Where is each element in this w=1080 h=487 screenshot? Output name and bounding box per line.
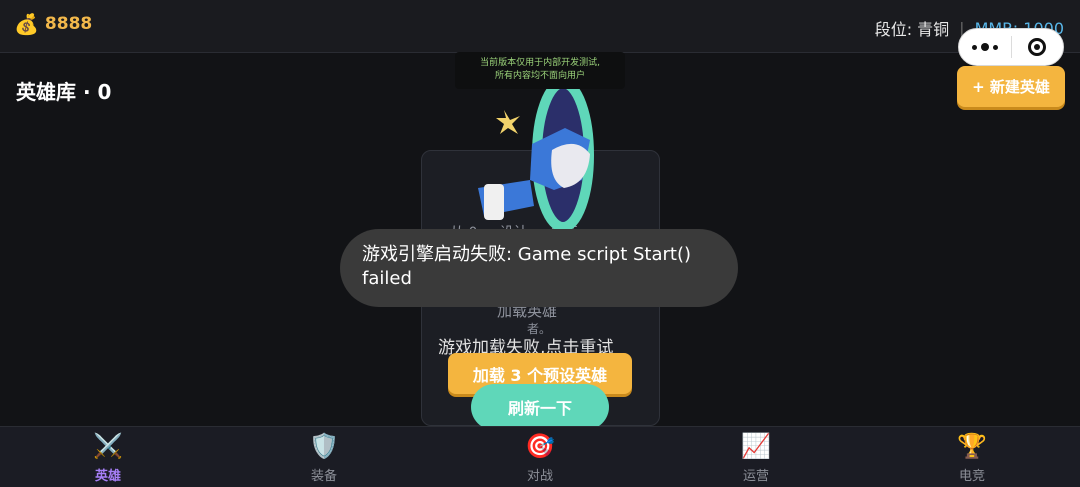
cuff-shape bbox=[484, 184, 504, 220]
top-bar: 💰 8888 段位: 青铜 | MMR: 1000 bbox=[0, 0, 1080, 53]
refresh-button[interactable]: 刷新一下 bbox=[471, 384, 609, 430]
target-icon: 🎯 bbox=[525, 432, 555, 460]
tab-esports[interactable]: 🏆 电竞 bbox=[864, 427, 1080, 487]
coin-balance: 💰 8888 bbox=[14, 14, 92, 34]
close-button[interactable] bbox=[1011, 29, 1063, 65]
tab-battle[interactable]: 🎯 对战 bbox=[432, 427, 648, 487]
tab-label: 装备 bbox=[310, 469, 337, 484]
tab-label: 电竞 bbox=[958, 469, 985, 484]
shield-icon: 🛡️ bbox=[309, 432, 339, 460]
tab-heroes[interactable]: ⚔️ 英雄 bbox=[0, 427, 216, 487]
error-toast: 游戏引擎启动失败: Game script Start() failed bbox=[340, 229, 738, 307]
hero-illustration bbox=[478, 80, 594, 232]
internal-notice: 当前版本仅用于内部开发测试, 所有内容均不面向用户 bbox=[455, 52, 625, 89]
page-title: 英雄库 · 0 bbox=[16, 80, 112, 104]
bottom-tab-bar: ⚔️ 英雄 🛡️ 装备 🎯 对战 📈 运营 🏆 电竞 bbox=[0, 426, 1080, 487]
money-bag-icon: 💰 bbox=[14, 12, 39, 36]
new-hero-button[interactable]: + 新建英雄 bbox=[957, 66, 1065, 107]
more-button[interactable] bbox=[959, 29, 1011, 65]
notice-line-2: 所有内容均不面向用户 bbox=[494, 71, 585, 81]
trophy-icon: 🏆 bbox=[957, 432, 987, 460]
mini-program-capsule bbox=[958, 28, 1064, 66]
tab-operations[interactable]: 📈 运营 bbox=[648, 427, 864, 487]
tab-equipment[interactable]: 🛡️ 装备 bbox=[216, 427, 432, 487]
chart-up-icon: 📈 bbox=[741, 432, 771, 460]
crossed-swords-icon: ⚔️ bbox=[93, 432, 123, 460]
target-circle-icon bbox=[1028, 38, 1047, 56]
sparkle-icon bbox=[496, 110, 520, 134]
more-dots-icon bbox=[971, 43, 998, 51]
tab-label: 运营 bbox=[742, 469, 769, 484]
tab-label: 英雄 bbox=[94, 469, 121, 484]
coin-amount: 8888 bbox=[44, 14, 93, 34]
rank-label: 段位: 青铜 bbox=[874, 20, 950, 39]
notice-line-1: 当前版本仅用于内部开发测试, bbox=[480, 58, 600, 68]
tab-label: 对战 bbox=[526, 469, 553, 484]
